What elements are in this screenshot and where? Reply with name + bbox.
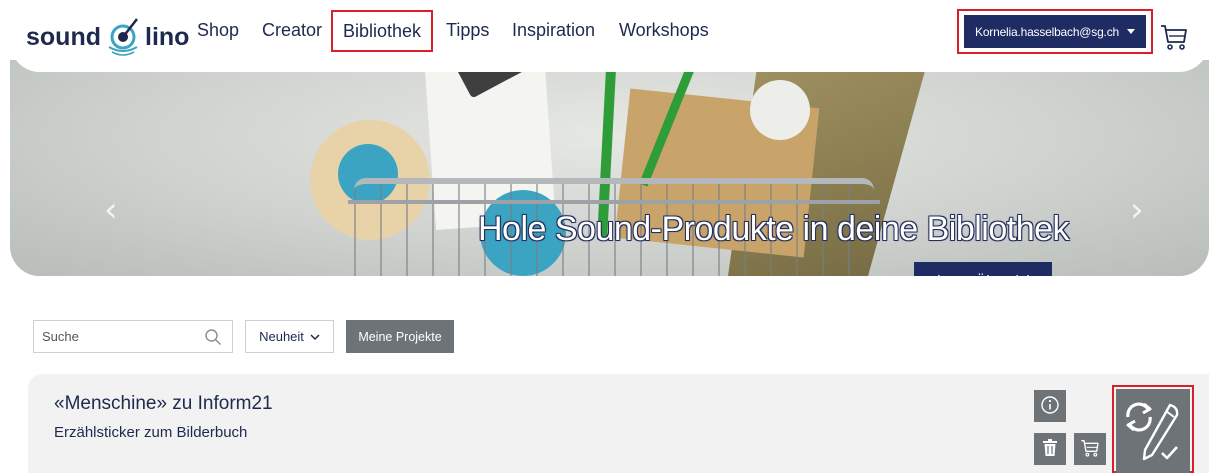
hero-title: Hole Sound-Produkte in deine Bibliothek [478, 210, 1070, 248]
soundlino-logo[interactable]: sound lino [26, 17, 189, 57]
nav-tipps[interactable]: Tipps [446, 20, 489, 41]
project-title: «Menschine» zu Inform21 [54, 393, 273, 414]
hero-carousel: Hole Sound-Produkte in deine Bibliothek … [10, 60, 1209, 276]
search-icon[interactable] [204, 328, 222, 346]
delete-button[interactable] [1034, 433, 1066, 465]
caret-down-icon [1126, 29, 1135, 34]
nav-inspiration[interactable]: Inspiration [512, 20, 595, 41]
search-box [33, 320, 233, 353]
user-menu-dropdown[interactable]: Kornelia.hasselbach@sg.ch [964, 15, 1146, 48]
trash-icon [1042, 438, 1058, 460]
info-icon [1040, 395, 1060, 418]
chevron-down-icon [310, 329, 320, 344]
hero-sticker-disc [750, 80, 810, 140]
nav-shop[interactable]: Shop [197, 20, 239, 41]
sort-selected-value: Neuheit [259, 329, 304, 344]
search-input[interactable] [34, 329, 194, 344]
logo-text-left: sound [26, 22, 101, 51]
nav-workshops[interactable]: Workshops [619, 20, 709, 41]
add-to-cart-button[interactable] [1074, 433, 1106, 465]
nav-creator[interactable]: Creator [262, 20, 322, 41]
sync-edit-icon [1122, 395, 1184, 468]
cart-icon [1080, 438, 1100, 461]
project-subtitle: Erzählsticker zum Bilderbuch [54, 424, 248, 441]
logo-text-right: lino [145, 22, 190, 51]
logo-disc-icon [103, 17, 143, 57]
info-button[interactable] [1034, 390, 1066, 422]
nav-bibliothek[interactable]: Bibliothek [331, 10, 434, 52]
sort-select[interactable]: Neuheit [245, 320, 334, 353]
sync-edit-button[interactable] [1116, 389, 1190, 473]
carousel-prev-icon[interactable]: ‹ [104, 190, 118, 230]
user-email: Kornelia.hasselbach@sg.ch [975, 24, 1119, 39]
my-projects-button[interactable]: Meine Projekte [346, 320, 454, 353]
cart-icon[interactable] [1160, 22, 1188, 52]
carousel-next-icon[interactable]: › [1130, 190, 1144, 230]
shop-overview-button[interactable]: Shop - Übersicht [914, 262, 1052, 276]
